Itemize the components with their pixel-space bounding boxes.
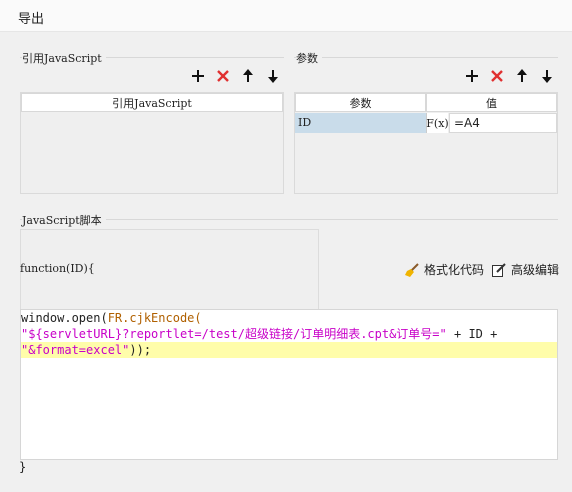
code-line-3: "&format=excel")); [21, 342, 151, 358]
format-code-button[interactable]: 格式化代码 [404, 261, 484, 278]
add-param-button[interactable] [462, 66, 482, 86]
plus-icon [466, 70, 478, 82]
ref-js-label: 引用JavaScript [22, 50, 106, 66]
params-table: 参数 值 ID F(x) =A4 [294, 92, 558, 194]
params-label: 参数 [296, 50, 322, 66]
advanced-edit-button[interactable]: 高级编辑 [491, 261, 559, 278]
ref-js-column-header-label: 引用JavaScript [112, 96, 192, 110]
params-col-value-label: 值 [486, 96, 497, 110]
format-code-label: 格式化代码 [424, 263, 485, 277]
advanced-edit-label: 高级编辑 [511, 263, 560, 277]
code-url-string: "${servletURL}?reportlet=/test/超级链接/订单明细… [21, 327, 447, 341]
broom-icon [405, 262, 419, 277]
plus-icon [192, 70, 204, 82]
formula-icon[interactable]: F(x) [426, 113, 449, 133]
arrow-down-icon [268, 70, 278, 83]
dialog-title: 导出 [18, 12, 45, 27]
code-line-1: window.open(FR.cjkEncode( [21, 310, 202, 326]
ref-js-column-header: 引用JavaScript [21, 93, 283, 112]
move-up-param-button[interactable] [512, 66, 532, 86]
move-up-ref-js-button[interactable] [238, 66, 258, 86]
params-divider [294, 57, 558, 58]
move-down-param-button[interactable] [537, 66, 557, 86]
delete-ref-js-button[interactable] [213, 66, 233, 86]
close-icon [217, 70, 229, 82]
code-window-open: window.open( [21, 311, 108, 325]
code-line-2: "${servletURL}?reportlet=/test/超级链接/订单明细… [21, 326, 497, 342]
dialog-title-bar: 导出 [0, 0, 572, 32]
script-editor[interactable]: window.open(FR.cjkEncode( "${servletURL}… [20, 309, 558, 460]
code-close-parens: )); [129, 343, 152, 357]
delete-param-button[interactable] [487, 66, 507, 86]
edit-icon [492, 262, 506, 277]
move-down-ref-js-button[interactable] [263, 66, 283, 86]
table-row[interactable]: ID F(x) =A4 [295, 113, 557, 133]
add-ref-js-button[interactable] [188, 66, 208, 86]
function-closing-brace: } [19, 460, 27, 474]
ref-js-list[interactable]: 引用JavaScript [20, 92, 284, 194]
params-col-name-label: 参数 [349, 96, 372, 110]
function-signature: function(ID){ [20, 262, 95, 275]
code-format-string: "&format=excel" [21, 343, 130, 357]
close-icon [491, 70, 503, 82]
param-name-cell[interactable]: ID [295, 113, 426, 133]
arrow-down-icon [542, 70, 552, 83]
params-col-name-header: 参数 [295, 93, 426, 112]
ref-js-toolbar [188, 66, 283, 86]
code-cjk-encode: FR.cjkEncode( [107, 311, 202, 325]
code-concat-id: + ID + [446, 327, 498, 341]
param-value-input[interactable]: =A4 [449, 113, 557, 133]
script-label: JavaScript脚本 [22, 212, 106, 228]
arrow-up-icon [517, 69, 527, 82]
arrow-up-icon [243, 69, 253, 82]
params-toolbar [462, 66, 557, 86]
params-col-value-header: 值 [426, 93, 557, 112]
